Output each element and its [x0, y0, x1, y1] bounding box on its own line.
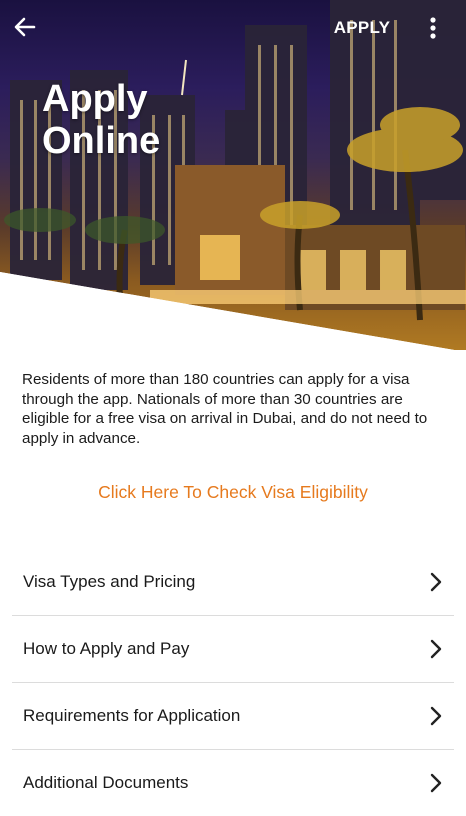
chevron-right-icon: [430, 773, 442, 793]
hero-banner: APPLY Apply Online: [0, 0, 466, 350]
menu-item-visa-types-pricing[interactable]: Visa Types and Pricing: [12, 549, 454, 616]
intro-paragraph: Residents of more than 180 countries can…: [22, 371, 428, 447]
back-button[interactable]: [8, 10, 42, 44]
chevron-right-icon: [430, 572, 442, 592]
menu-item-label: How to Apply and Pay: [23, 639, 190, 658]
chevron-right-icon: [430, 639, 442, 659]
menu-item-how-to-apply-pay[interactable]: How to Apply and Pay: [12, 616, 454, 683]
menu-item-requirements[interactable]: Requirements for Application: [12, 683, 454, 750]
info-menu-list: Visa Types and Pricing How to Apply and …: [12, 549, 454, 816]
more-vertical-icon: [430, 17, 436, 39]
chevron-right-icon: [430, 706, 442, 726]
top-app-bar: APPLY: [0, 0, 466, 56]
page-title-line-1: Apply: [42, 78, 148, 120]
arrow-left-icon: [14, 17, 36, 37]
more-options-button[interactable]: [418, 12, 448, 44]
page-title-line-2: Online: [42, 120, 161, 162]
page-title: Apply Online: [42, 78, 242, 162]
menu-item-label: Visa Types and Pricing: [23, 572, 196, 591]
menu-item-label: Additional Documents: [23, 773, 189, 792]
menu-item-additional-documents[interactable]: Additional Documents: [12, 750, 454, 816]
menu-item-label: Requirements for Application: [23, 706, 241, 725]
check-visa-eligibility-link[interactable]: Click Here To Check Visa Eligibility: [0, 482, 466, 503]
apply-button[interactable]: APPLY: [330, 14, 394, 42]
